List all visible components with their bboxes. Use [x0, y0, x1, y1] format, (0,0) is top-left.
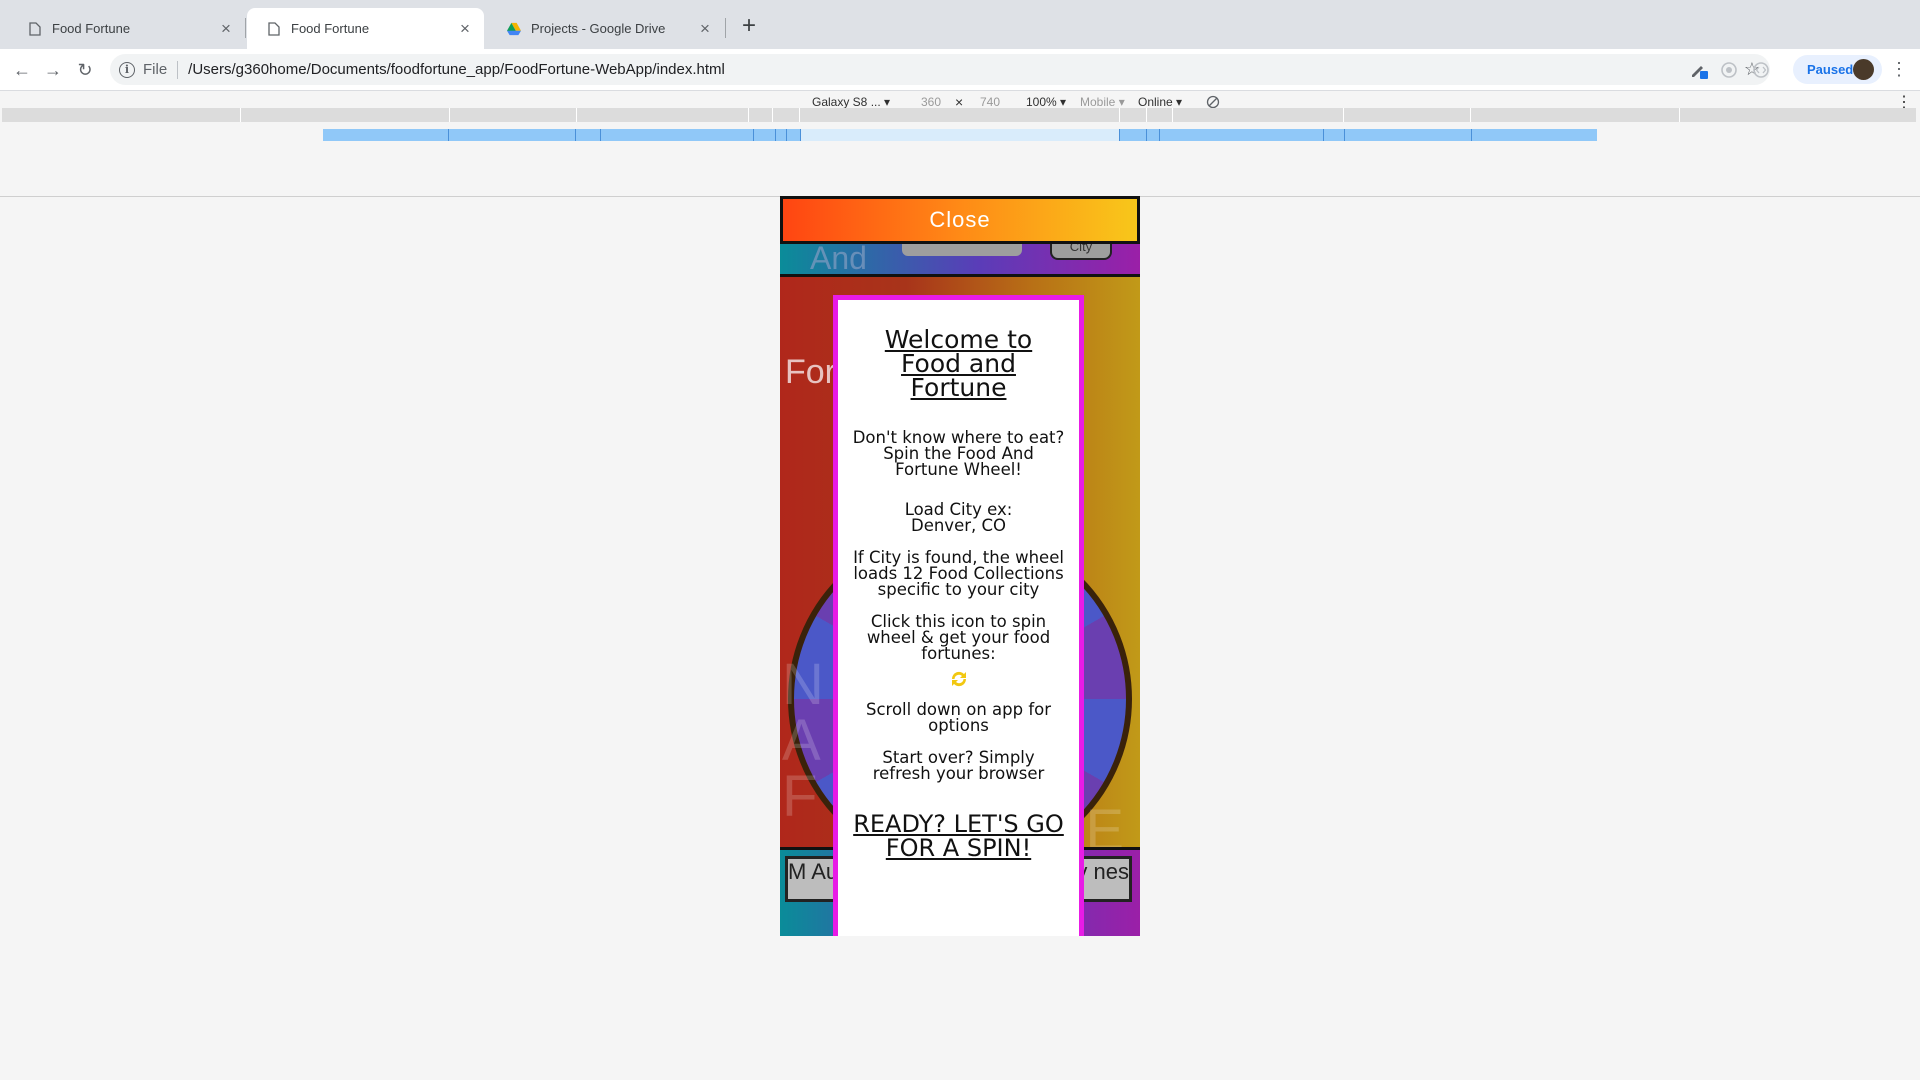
- bg-and-text: And: [810, 240, 867, 276]
- city-input[interactable]: [902, 244, 1022, 256]
- address-scheme: File: [143, 61, 168, 78]
- extension-code-icon[interactable]: [1751, 60, 1771, 80]
- tab-google-drive[interactable]: Projects - Google Drive ×: [487, 8, 724, 49]
- load-city-button[interactable]: City: [1050, 240, 1112, 260]
- page-icon: [28, 21, 42, 37]
- info-icon[interactable]: i: [119, 61, 135, 78]
- modal-title: Welcome to Food and Fortune: [884, 325, 1033, 402]
- modal-spin-instruction-text: Click this icon to spin wheel & get your…: [866, 612, 1051, 663]
- new-tab-button[interactable]: +: [735, 12, 763, 40]
- tab-strip: Food Fortune × Food Fortune × Projects -…: [0, 0, 1920, 49]
- back-icon[interactable]: ←: [9, 57, 35, 83]
- modal-scroll-text: Scroll down on app for options: [865, 700, 1052, 735]
- tab-divider: [245, 18, 246, 38]
- media-query-ruler[interactable]: [2, 108, 1916, 122]
- modal-city-example-text: Load City ex: Denver, CO: [904, 500, 1013, 535]
- network-value: Online: [1138, 95, 1173, 109]
- address-bar[interactable]: i File /Users/g360home/Documents/foodfor…: [110, 54, 1770, 85]
- mobile-viewport: And City Fortune NAF E M Au y nes Close …: [780, 196, 1140, 936]
- tab-food-fortune-1[interactable]: Food Fortune ×: [8, 8, 245, 49]
- tab-title: Food Fortune: [52, 21, 131, 36]
- close-tab-icon[interactable]: ×: [456, 19, 474, 38]
- profile-status-label: Paused: [1807, 62, 1854, 77]
- forward-icon[interactable]: →: [40, 57, 66, 83]
- tab-divider: [725, 18, 726, 38]
- close-tab-icon[interactable]: ×: [217, 19, 235, 38]
- address-url[interactable]: /Users/g360home/Documents/foodfortune_ap…: [188, 61, 725, 78]
- avatar: [1853, 59, 1874, 80]
- refresh-icon: [948, 668, 970, 690]
- close-button[interactable]: Close: [780, 196, 1140, 244]
- extension-pen-icon[interactable]: [1689, 60, 1709, 80]
- browser-toolbar: ← → ↻ i File /Users/g360home/Documents/f…: [0, 49, 1920, 91]
- device-mode-value: Mobile: [1080, 95, 1116, 109]
- tab-title: Projects - Google Drive: [531, 21, 666, 36]
- close-tab-icon[interactable]: ×: [696, 19, 714, 38]
- modal-start-over-text: Start over? Simply refresh your browser: [872, 748, 1045, 783]
- modal-intro-text: Don't know where to eat? Spin the Food A…: [852, 428, 1065, 479]
- device-name: Galaxy S8 ...: [812, 95, 881, 109]
- devtools-device-toolbar: Galaxy S8 ... ▾ 360 × 740 100% ▾ Mobile …: [0, 91, 1920, 197]
- page-icon: [267, 21, 281, 37]
- breakpoint-bar[interactable]: [323, 129, 1597, 141]
- welcome-modal: Welcome to Food and Fortune Don't know w…: [833, 295, 1084, 936]
- browser-menu-icon[interactable]: ⋮: [1890, 59, 1908, 80]
- bg-decorative-letters: NAF: [782, 652, 824, 829]
- address-divider: [177, 60, 179, 79]
- tab-title: Food Fortune: [291, 21, 370, 36]
- modal-city-found-text: If City is found, the wheel loads 12 Foo…: [853, 548, 1064, 599]
- zoom-value: 100%: [1026, 95, 1057, 109]
- tab-food-fortune-2[interactable]: Food Fortune ×: [247, 8, 484, 49]
- google-drive-icon: [507, 21, 521, 37]
- modal-cta-heading: READY? LET'S GO FOR A SPIN!: [853, 810, 1064, 862]
- reload-icon[interactable]: ↻: [72, 57, 98, 83]
- profile-paused-button[interactable]: Paused: [1793, 55, 1882, 84]
- extension-circle-icon[interactable]: [1719, 60, 1739, 80]
